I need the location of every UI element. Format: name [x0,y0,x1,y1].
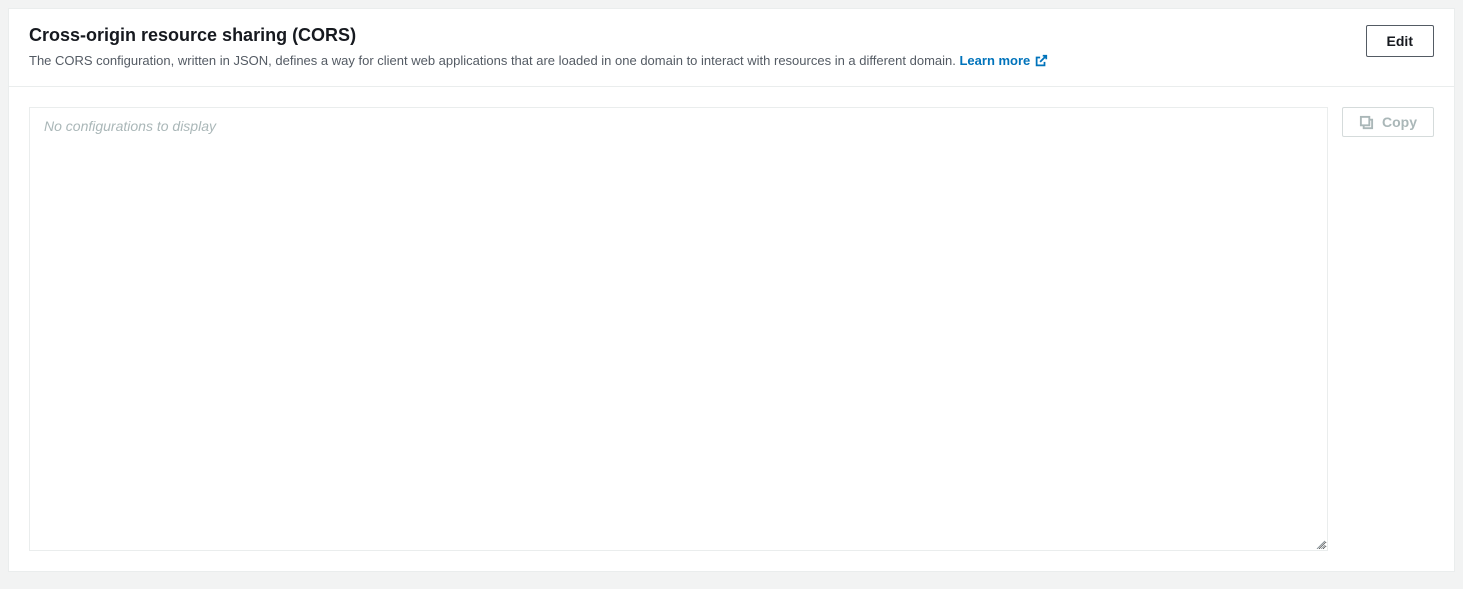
panel-body: No configurations to display Copy [9,87,1454,571]
header-text: Cross-origin resource sharing (CORS) The… [29,25,1366,70]
section-description: The CORS configuration, written in JSON,… [29,52,1366,70]
cors-config-textarea[interactable]: No configurations to display [29,107,1328,551]
copy-icon [1359,115,1374,130]
copy-button[interactable]: Copy [1342,107,1434,137]
learn-more-label: Learn more [959,52,1030,70]
section-title: Cross-origin resource sharing (CORS) [29,25,1366,46]
learn-more-link[interactable]: Learn more [959,52,1048,70]
cors-panel: Cross-origin resource sharing (CORS) The… [8,8,1455,572]
description-text: The CORS configuration, written in JSON,… [29,53,959,68]
resize-handle[interactable] [1313,536,1325,548]
panel-header: Cross-origin resource sharing (CORS) The… [9,9,1454,87]
placeholder-text: No configurations to display [44,118,216,134]
copy-label: Copy [1382,114,1417,130]
edit-button[interactable]: Edit [1366,25,1434,57]
external-link-icon [1034,54,1048,68]
